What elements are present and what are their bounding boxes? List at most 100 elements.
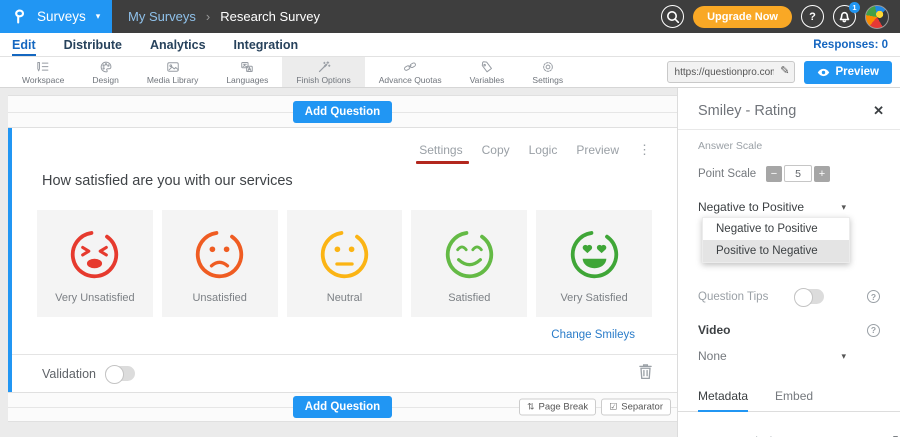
smiley-option-neutral[interactable]: Neutral [287, 210, 403, 317]
panel-title: Smiley - Rating [698, 103, 796, 119]
toolbar-advance-quotas[interactable]: Advance Quotas [365, 57, 456, 87]
change-smileys-link[interactable]: Change Smileys [12, 329, 635, 341]
gear-icon [541, 60, 555, 74]
chevron-down-icon: ▾ [841, 202, 846, 213]
questionpro-logo-icon [13, 8, 29, 25]
responses-count[interactable]: Responses: 0 [813, 33, 888, 56]
help-button[interactable]: ? [801, 5, 824, 28]
top-bar: Surveys ▾ My Surveys › Research Survey U… [0, 0, 900, 33]
smiley-label: Unsatisfied [192, 292, 246, 304]
smiley-label: Very Satisfied [560, 292, 627, 304]
tab-metadata[interactable]: Metadata [698, 389, 748, 412]
report-label-row [698, 432, 884, 437]
toolbar-label: Media Library [147, 75, 199, 85]
validation-toggle[interactable] [105, 366, 135, 381]
top-actions: Upgrade Now ? 1 [661, 5, 900, 29]
user-avatar[interactable] [865, 5, 889, 29]
point-scale-label: Point Scale [698, 168, 756, 180]
question-tab-copy[interactable]: Copy [482, 143, 510, 157]
nav-tab-integration[interactable]: Integration [234, 33, 299, 56]
toolbar-variables[interactable]: Variables [456, 57, 519, 87]
toolbar-settings[interactable]: Settings [518, 57, 577, 87]
separator-checkbox-icon: ☑ [609, 402, 617, 413]
scale-direction-select[interactable]: Negative to Positive ▾ [698, 200, 846, 214]
question-title[interactable]: How satisfied are you with our services [42, 173, 677, 189]
toolbar-label: Settings [532, 75, 563, 85]
magic-wand-icon [317, 60, 331, 74]
notifications-button[interactable]: 1 [833, 5, 856, 28]
chevron-down-icon: ▾ [841, 351, 846, 362]
page-break-icon: ⇅ [527, 402, 535, 413]
preview-button[interactable]: Preview [804, 61, 892, 84]
surveys-product-menu[interactable]: Surveys ▾ [0, 0, 112, 33]
edit-url-pencil-icon[interactable]: ✎ [780, 64, 789, 77]
annotation-underline [416, 161, 468, 164]
toolbar-languages[interactable]: Languages [212, 57, 282, 87]
survey-canvas: Add Question Settings Copy Logic Preview… [0, 88, 677, 437]
survey-url-box: ✎ [667, 61, 795, 83]
surveys-menu-label: Surveys [37, 9, 86, 24]
question-tab-settings-label: Settings [419, 143, 462, 157]
more-options-icon[interactable]: ⋮ [638, 142, 651, 158]
question-tips-toggle[interactable] [794, 289, 824, 304]
smiley-option-unsatisfied[interactable]: Unsatisfied [162, 210, 278, 317]
survey-url-input[interactable] [667, 61, 795, 83]
breadcrumb-current: Research Survey [220, 9, 320, 24]
panel-tabs: Metadata Embed [678, 378, 900, 412]
point-scale-value: 5 [784, 165, 812, 182]
add-question-button-bottom[interactable]: Add Question [293, 396, 392, 418]
smiley-option-satisfied[interactable]: Satisfied [411, 210, 527, 317]
page-break-button[interactable]: ⇅ Page Break [519, 399, 596, 416]
video-label: Video [698, 323, 730, 337]
point-scale-row: Point Scale − 5 + [678, 152, 900, 182]
increase-scale-button[interactable]: + [814, 166, 830, 182]
toolbar-media-library[interactable]: Media Library [133, 57, 213, 87]
smiley-label: Neutral [327, 292, 362, 304]
breadcrumb: My Surveys › Research Survey [128, 9, 320, 24]
add-question-button-top[interactable]: Add Question [293, 101, 392, 123]
smiley-option-very-unsatisfied[interactable]: Very Unsatisfied [37, 210, 153, 317]
video-select[interactable]: None ▾ [698, 349, 846, 363]
video-row: Video ? [698, 323, 880, 337]
toolbar-label: Variables [470, 75, 505, 85]
upgrade-now-button[interactable]: Upgrade Now [693, 6, 792, 28]
questionpro-survey-editor: Surveys ▾ My Surveys › Research Survey U… [0, 0, 900, 437]
chain-link-icon [403, 60, 417, 74]
decrease-scale-button[interactable]: − [766, 166, 782, 182]
validation-row: Validation [12, 354, 677, 392]
question-tab-preview[interactable]: Preview [576, 143, 619, 157]
trash-icon [638, 363, 653, 380]
toolbar-label: Workspace [22, 75, 64, 85]
nav-tab-edit[interactable]: Edit [12, 33, 36, 56]
survey-nav: Edit Distribute Analytics Integration Re… [0, 33, 900, 57]
point-scale-stepper: − 5 + [766, 165, 830, 182]
tab-embed[interactable]: Embed [775, 389, 813, 411]
question-mark-icon: ? [809, 11, 816, 23]
question-tab-settings[interactable]: Settings [419, 143, 462, 157]
option-positive-to-negative[interactable]: Positive to Negative [703, 240, 849, 262]
option-negative-to-positive[interactable]: Negative to Positive [703, 218, 849, 240]
toolbar-label: Design [92, 75, 118, 85]
nav-tab-distribute[interactable]: Distribute [64, 33, 122, 56]
validation-label: Validation [42, 367, 96, 381]
close-panel-icon[interactable]: ✕ [873, 103, 884, 119]
nav-tab-analytics[interactable]: Analytics [150, 33, 206, 56]
very-satisfied-smiley-icon [568, 228, 621, 281]
video-help-icon[interactable]: ? [867, 324, 880, 337]
workspace-icon [36, 60, 50, 74]
toolbar-design[interactable]: Design [78, 57, 132, 87]
search-button[interactable] [661, 5, 684, 28]
delete-question-button[interactable] [638, 363, 653, 385]
separator-button[interactable]: ☑ Separator [601, 399, 671, 416]
toolbar-label: Advance Quotas [379, 75, 442, 85]
smiley-option-very-satisfied[interactable]: Very Satisfied [536, 210, 652, 317]
question-tab-logic[interactable]: Logic [529, 143, 558, 157]
breadcrumb-my-surveys[interactable]: My Surveys [128, 9, 196, 24]
translate-icon [240, 60, 254, 74]
question-card: Settings Copy Logic Preview ⋮ How satisf… [8, 128, 677, 392]
question-tips-label: Question Tips [698, 291, 768, 303]
question-tips-help-icon[interactable]: ? [867, 290, 880, 303]
toolbar-workspace[interactable]: Workspace [8, 57, 78, 87]
toolbar-finish-options[interactable]: Finish Options [282, 57, 364, 87]
report-label-input[interactable] [698, 432, 874, 437]
